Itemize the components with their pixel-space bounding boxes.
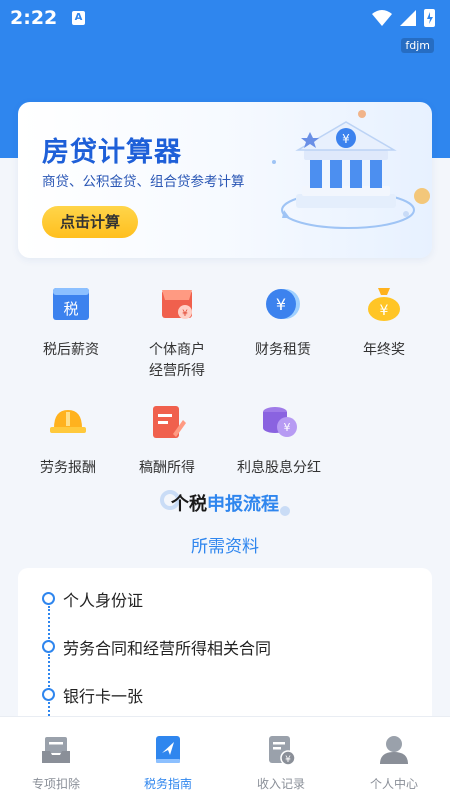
tax-icon: 税 [53, 288, 89, 320]
materials-list: 个人身份证 劳务合同和经营所得相关合同 银行卡一张 [18, 568, 432, 728]
hard-hat-icon [50, 410, 86, 433]
guide-book-icon [156, 736, 180, 763]
grid-label: 财务租赁 [255, 342, 311, 358]
status-bar: 2:22 A [0, 0, 450, 36]
svg-text:税: 税 [63, 300, 78, 318]
timeline-dot [42, 592, 55, 605]
grid-label: 稿酬所得 [139, 460, 195, 476]
grid-item-after-tax-salary[interactable]: 税 税后薪资 [17, 282, 125, 361]
grid-label: 劳务报酬 [40, 460, 96, 476]
banner-subtitle: 商贷、公积金贷、组合贷参考计算 [42, 174, 245, 190]
section-title-part1: 个税 [171, 494, 207, 515]
grid-label: 利息股息分红 [237, 460, 321, 476]
tab-personal-center[interactable]: 个人中心 [338, 717, 450, 800]
calculate-button[interactable]: 点击计算 [42, 206, 138, 238]
list-item-text: 劳务合同和经营所得相关合同 [63, 639, 272, 658]
svg-text:¥: ¥ [285, 755, 291, 765]
timeline-dot [42, 640, 55, 653]
tab-tax-guide[interactable]: 税务指南 [112, 717, 224, 800]
tab-income-records[interactable]: ¥ 收入记录 [225, 717, 337, 800]
status-time: 2:22 [10, 7, 58, 29]
section-title: 个税申报流程 [0, 490, 450, 516]
notification-icon: A [72, 11, 85, 25]
document-edit-icon [153, 406, 186, 438]
money-bag-icon: ¥ [368, 288, 400, 321]
receipt-yen-icon: ¥ [269, 736, 296, 766]
bank-illustration-icon: ¥ [272, 110, 430, 229]
section-title-part2: 申报流程 [207, 494, 279, 515]
system-status-icons [372, 9, 435, 27]
grid-item-manuscript-income[interactable]: 稿酬所得 [113, 400, 221, 479]
grid-item-labor-remuneration[interactable]: 劳务报酬 [14, 400, 122, 479]
watermark-label: fdjm [401, 38, 434, 53]
shop-icon: ¥ [162, 290, 192, 319]
svg-text:¥: ¥ [276, 295, 286, 314]
required-materials-link[interactable]: 所需资料 [0, 532, 450, 557]
tab-label: 收入记录 [256, 777, 305, 791]
svg-text:¥: ¥ [342, 132, 350, 146]
timeline-connector [48, 654, 50, 690]
grid-item-finance-lease[interactable]: ¥ 财务租赁 [229, 282, 337, 361]
tab-special-deduction[interactable]: 专项扣除 [0, 717, 112, 800]
tab-label: 税务指南 [143, 777, 192, 791]
grid-item-year-end-bonus[interactable]: ¥ 年终奖 [330, 282, 438, 361]
signal-icon [400, 10, 416, 26]
grid-label-line1: 个体商户 [149, 342, 205, 358]
list-item-text: 银行卡一张 [63, 687, 144, 706]
list-item-text: 个人身份证 [63, 591, 144, 610]
svg-text:¥: ¥ [284, 421, 291, 434]
grid-item-individual-business[interactable]: ¥ 个体商户 经营所得 [123, 282, 231, 382]
bottom-tab-bar: 专项扣除 税务指南 ¥ 收入记录 个人中心 [0, 716, 450, 800]
tab-label: 个人中心 [369, 777, 418, 791]
svg-text:¥: ¥ [182, 309, 188, 319]
wifi-icon [372, 10, 392, 26]
banner-title: 房贷计算器 [42, 137, 182, 168]
mortgage-calculator-banner[interactable]: 房贷计算器 商贷、公积金贷、组合贷参考计算 点击计算 ¥ [18, 102, 432, 258]
svg-text:¥: ¥ [380, 303, 389, 319]
timeline-dot [42, 688, 55, 701]
timeline-connector [48, 606, 50, 642]
user-icon [380, 736, 408, 764]
grid-label: 年终奖 [363, 342, 405, 358]
grid-label-line2: 经营所得 [149, 363, 205, 379]
grid-label: 个体商户 经营所得 [123, 340, 231, 382]
tab-label: 专项扣除 [31, 777, 80, 791]
coin-stack-icon: ¥ [263, 407, 297, 437]
grid-item-interest-dividend[interactable]: ¥ 利息股息分红 [225, 400, 333, 479]
yen-coin-icon: ¥ [266, 289, 300, 319]
grid-label: 税后薪资 [43, 342, 99, 358]
inbox-tray-icon [42, 737, 70, 763]
